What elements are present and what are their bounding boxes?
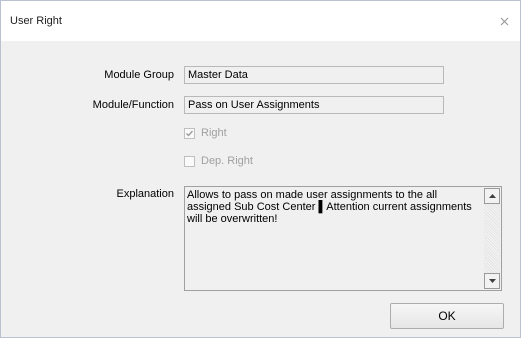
title-bar: User Right [1,1,520,41]
dep-right-checkbox-label: Dep. Right [201,155,253,167]
window-title: User Right [10,15,62,27]
module-group-label: Module Group [104,69,174,81]
explanation-label: Explanation [116,188,175,200]
explanation-textarea[interactable]: Allows to pass on made user assignments … [184,186,502,291]
scroll-down-button[interactable] [484,273,500,289]
right-checkbox[interactable] [184,127,195,139]
dialog-body: Module Group Master Data Module/Function… [1,41,520,337]
ok-button[interactable]: OK [390,303,504,329]
right-checkbox-label: Right [201,127,227,139]
dep-right-checkbox-row[interactable]: Dep. Right [184,155,253,167]
explanation-text: Allows to pass on made user assignments … [187,189,472,225]
module-group-value: Master Data [188,69,248,81]
user-right-dialog: User Right Module Group Master Data Modu… [0,0,521,338]
right-checkbox-row[interactable]: Right [184,127,227,139]
module-group-field: Master Data [184,66,444,84]
ok-button-label: OK [438,309,456,323]
module-function-label: Module/Function [92,99,174,111]
scroll-up-button[interactable] [484,188,500,204]
module-function-value: Pass on User Assignments [188,99,320,111]
checkmark-icon [186,130,194,137]
vertical-scrollbar[interactable] [484,188,500,289]
close-icon [500,17,508,25]
dep-right-checkbox[interactable] [184,155,195,167]
arrow-up-icon [488,194,496,198]
close-button[interactable] [496,13,512,29]
arrow-down-icon [488,279,496,283]
module-function-field: Pass on User Assignments [184,96,444,114]
